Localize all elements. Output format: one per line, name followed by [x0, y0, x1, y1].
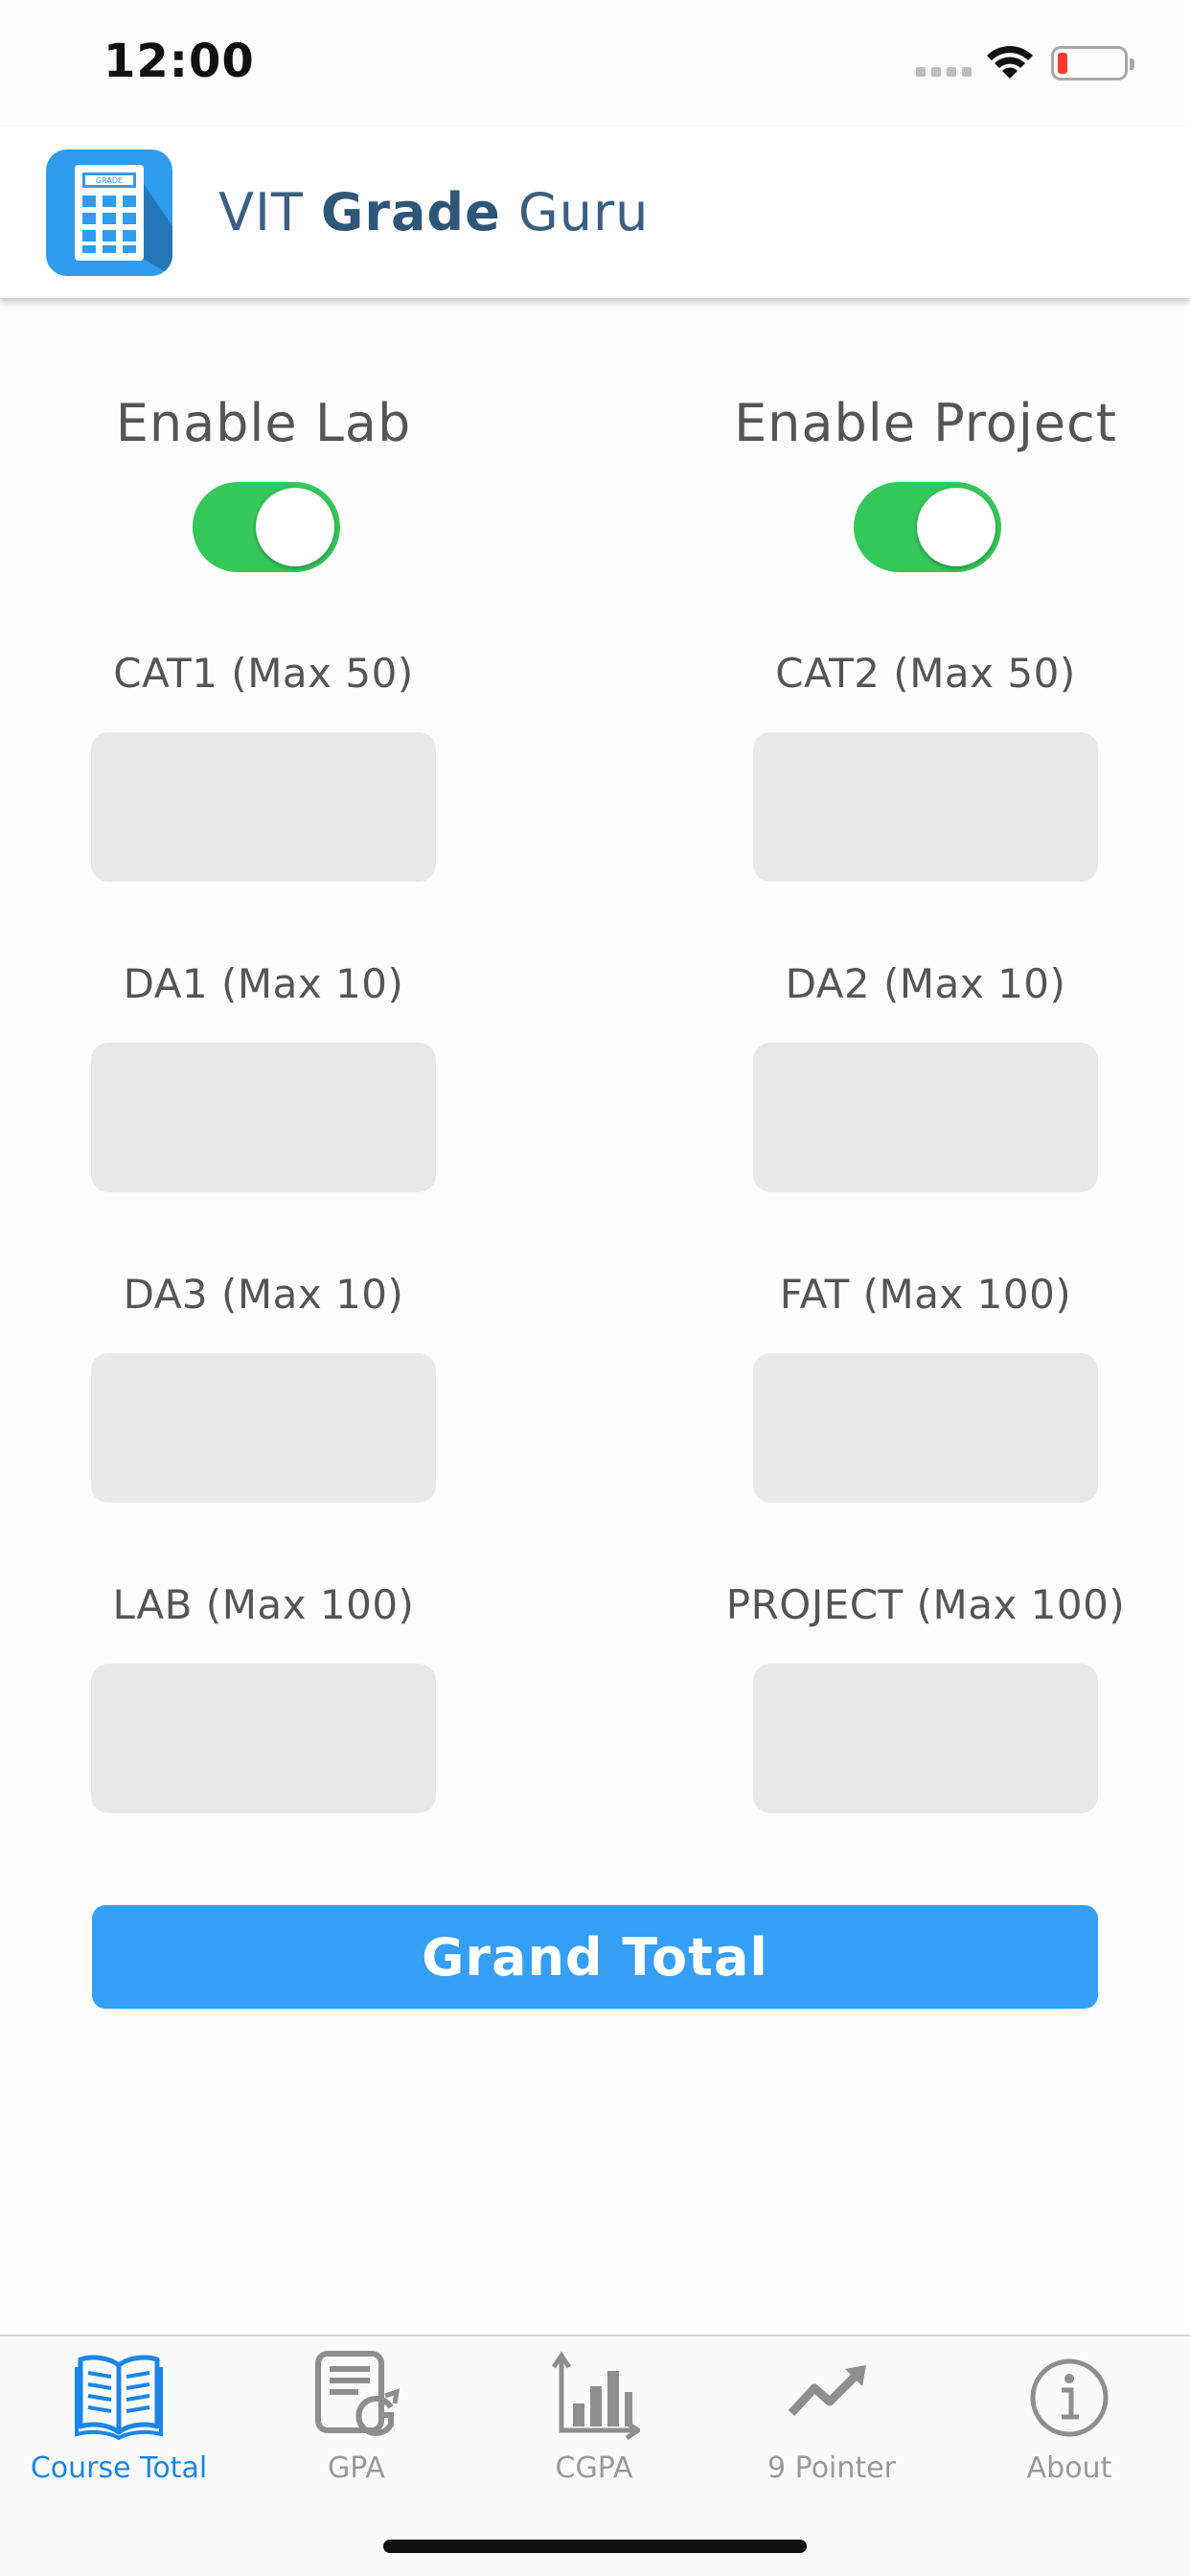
lab-label: LAB (Max 100)	[112, 1581, 415, 1628]
enable-project-toggle[interactable]	[854, 482, 1001, 572]
tab-about[interactable]: About	[950, 2336, 1188, 2499]
enable-lab-label: Enable Lab	[115, 393, 412, 453]
cat2-label: CAT2 (Max 50)	[775, 650, 1076, 697]
tab-label: GPA	[328, 2451, 385, 2485]
title-bold: Grade	[321, 182, 501, 242]
status-time: 12:00	[103, 34, 255, 88]
tab-label: CGPA	[555, 2451, 633, 2485]
fat-input[interactable]	[753, 1353, 1098, 1503]
trending-up-icon	[788, 2365, 866, 2417]
fat-label: FAT (Max 100)	[779, 1271, 1072, 1318]
da3-input[interactable]	[91, 1353, 436, 1503]
info-icon	[1030, 2358, 1109, 2437]
lab-input[interactable]	[91, 1664, 436, 1813]
da2-label: DA2 (Max 10)	[785, 960, 1066, 1007]
home-indicator[interactable]	[383, 2540, 807, 2553]
cat2-input[interactable]	[753, 732, 1098, 882]
bar-chart-icon	[551, 2351, 640, 2440]
title-prefix: VIT	[218, 182, 322, 242]
enable-project-label: Enable Project	[734, 393, 1117, 453]
cat1-label: CAT1 (Max 50)	[113, 650, 414, 697]
da3-label: DA3 (Max 10)	[123, 1271, 404, 1318]
wifi-icon	[987, 46, 1033, 79]
cellular-signal-icon	[916, 67, 972, 77]
gpa-document-icon	[315, 2351, 400, 2436]
calculator-logo-icon: GRADE	[46, 150, 172, 276]
project-input[interactable]	[753, 1664, 1098, 1813]
tab-label: About	[1026, 2451, 1112, 2485]
da1-input[interactable]	[91, 1043, 436, 1192]
grand-total-button[interactable]: Grand Total	[92, 1905, 1098, 2009]
tab-cgpa[interactable]: CGPA	[475, 2336, 713, 2499]
tab-course-total[interactable]: Course Total	[0, 2336, 238, 2499]
title-suffix: Guru	[500, 182, 650, 242]
app-header: GRADE VIT Grade Guru	[0, 126, 1190, 299]
tab-label: Course Total	[30, 2451, 208, 2485]
tab-9-pointer[interactable]: 9 Pointer	[713, 2336, 950, 2499]
battery-icon	[1051, 46, 1134, 80]
cat1-input[interactable]	[91, 732, 436, 882]
tab-label: 9 Pointer	[767, 2451, 896, 2485]
da1-label: DA1 (Max 10)	[123, 960, 404, 1007]
open-book-icon	[75, 2355, 163, 2440]
da2-input[interactable]	[753, 1043, 1098, 1192]
enable-lab-toggle[interactable]	[193, 482, 340, 572]
app-title: VIT Grade Guru	[218, 182, 649, 242]
status-bar: 12:00	[0, 0, 1190, 126]
logo-text: GRADE	[96, 176, 123, 185]
tab-gpa[interactable]: GPA	[238, 2336, 475, 2499]
project-label: PROJECT (Max 100)	[725, 1581, 1126, 1628]
